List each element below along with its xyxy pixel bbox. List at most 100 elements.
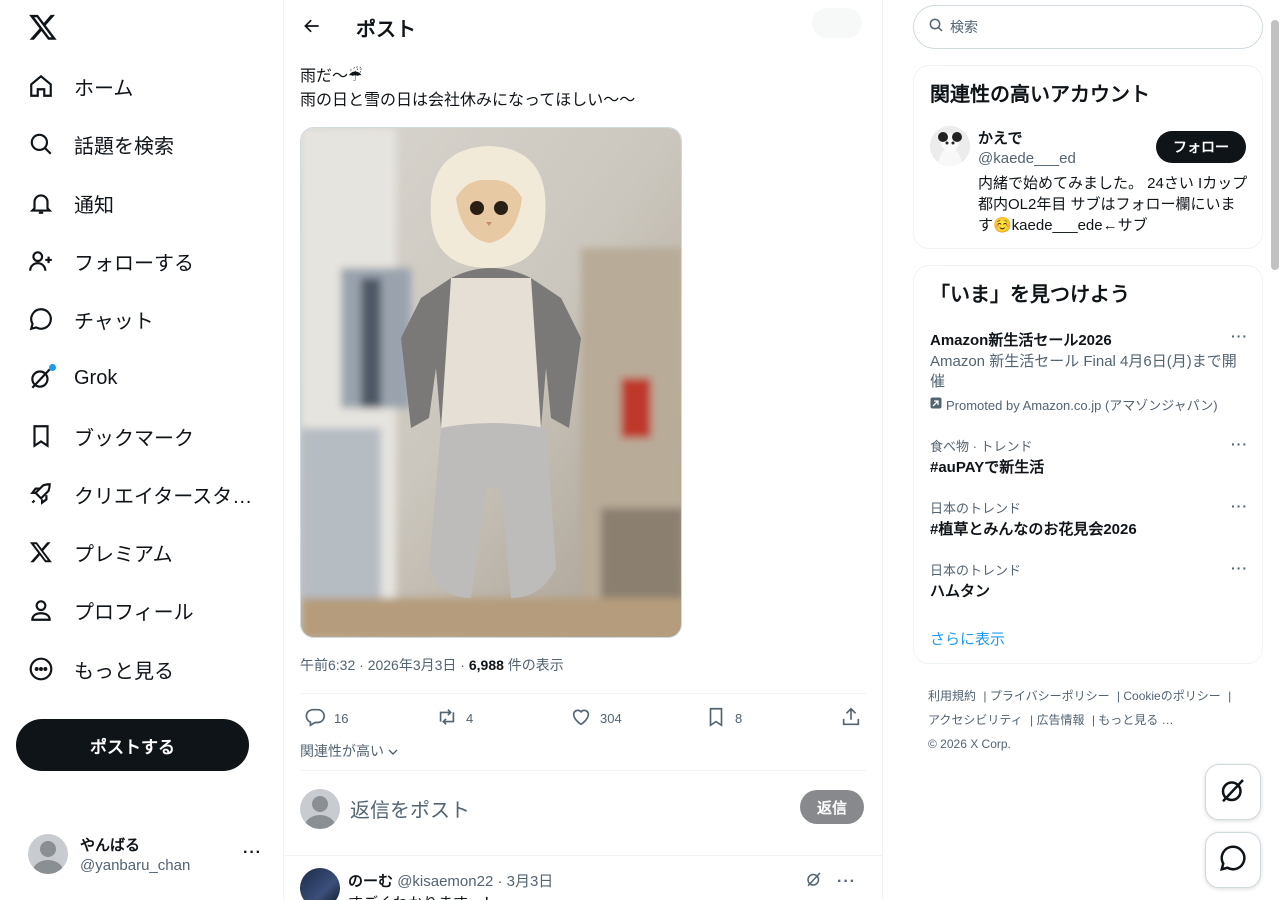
trend-title: Amazon新生活セール2026 (930, 332, 1112, 349)
heart-icon (570, 706, 592, 731)
promoted-icon (930, 397, 942, 412)
tweet-photo[interactable] (300, 127, 682, 638)
bookmark-action[interactable]: 8 (705, 706, 742, 730)
footer-link[interactable]: 利用規約 (928, 689, 976, 703)
search-placeholder: 検索 (950, 19, 978, 35)
nav-label: プレミアム (74, 543, 173, 566)
divider (300, 693, 866, 694)
share-icon (840, 706, 862, 731)
bookmark-icon (705, 706, 727, 731)
share-action[interactable] (840, 706, 862, 730)
tweet-actions: 16 4 304 8 (300, 706, 866, 730)
promoted-trend[interactable]: Amazon新生活セール2026 Amazon 新生活セール Final 4月6… (930, 328, 1248, 414)
notification-dot (49, 364, 56, 371)
trend-item[interactable]: 日本のトレンド ハムタン ··· (930, 560, 1248, 601)
footer-link[interactable]: アクセシビリティ (928, 713, 1023, 727)
search-icon (28, 131, 54, 157)
more-dots-icon[interactable]: ··· (1231, 560, 1248, 576)
reply-input[interactable]: 返信をポスト (350, 794, 470, 823)
suggested-account-name[interactable]: かえで (978, 127, 1023, 148)
nav-label: プロフィール (74, 601, 194, 624)
nav-label: チャット (74, 310, 154, 333)
nav-profile[interactable]: プロフィール (16, 585, 206, 635)
reply-author-name[interactable]: のーむ (348, 873, 393, 890)
reply-composer: 返信をポスト 返信 (300, 789, 866, 829)
more-dots-icon[interactable]: ··· (837, 873, 856, 891)
panel-title: 関連性の高いアカウント (930, 84, 1150, 106)
nav-more[interactable]: もっと見る (16, 644, 186, 694)
follow-button[interactable]: フォロー (1156, 131, 1246, 163)
suggested-account-handle: @kaede___ed (978, 150, 1076, 167)
grok-icon (1218, 775, 1248, 810)
trend-item[interactable]: 日本のトレンド #植草とみんなのお花見会2026 ··· (930, 498, 1248, 539)
nav-label: ブックマーク (74, 427, 194, 450)
left-navigation: ホーム 話題を検索 通知 フォローする チャット Grok ブックマーク クリエ… (0, 0, 284, 900)
suggested-accounts-panel: 関連性の高いアカウント かえで @kaede___ed フォロー 内緒で始めてみ… (913, 65, 1263, 249)
grok-fab[interactable] (1205, 764, 1261, 820)
footer-link[interactable]: もっと見る … (1098, 713, 1173, 727)
trend-item[interactable]: 食べ物 · トレンド #auPAYで新生活 ··· (930, 436, 1248, 477)
page-title: ポスト (356, 19, 416, 41)
footer-link[interactable]: プライバシーポリシー (990, 689, 1110, 703)
faded-button (812, 8, 862, 38)
nav-follow[interactable]: フォローする (16, 236, 206, 286)
promoted-label: Promoted by Amazon.co.jp (アマゾンジャパン) (930, 395, 1248, 414)
footer-link[interactable]: Cookieのポリシー (1123, 689, 1220, 703)
repost-action[interactable]: 4 (436, 706, 473, 730)
nav-label: フォローする (74, 252, 194, 275)
nav-premium[interactable]: プレミアム (16, 527, 185, 577)
account-handle: @yanbaru_chan (80, 857, 191, 874)
suggested-account-bio: 内緒で始めてみました。 24さい Iカップ 都内OL2年目 サブはフォロー欄にい… (978, 175, 1248, 234)
more-dots-icon[interactable]: ··· (1231, 328, 1248, 344)
tweet-timestamp[interactable]: 午前6:32 · 2026年3月3日 · (300, 657, 469, 673)
sort-label: 関連性が高い (300, 743, 384, 759)
avatar[interactable] (930, 126, 970, 166)
reply-sort-dropdown[interactable]: 関連性が高い (300, 741, 398, 761)
footer-links: 利用規約 | プライバシーポリシー | Cookieのポリシー | アクセシビリ… (928, 689, 1232, 751)
nav-bookmarks[interactable]: ブックマーク (16, 411, 206, 461)
more-dots-icon[interactable]: ··· (1231, 498, 1248, 514)
repost-count: 4 (466, 710, 474, 726)
bookmark-icon (28, 423, 54, 449)
nav-chat[interactable]: チャット (16, 294, 166, 344)
chat-icon (1218, 843, 1248, 878)
nav-label: クリエイタースタ… (74, 485, 253, 508)
account-name: やんばる (80, 837, 141, 854)
nav-creator-studio[interactable]: クリエイタースタ… (16, 469, 264, 519)
reply-action[interactable]: 16 (304, 706, 348, 730)
x-logo-icon[interactable] (28, 12, 58, 42)
more-dots-icon[interactable]: ··· (1231, 436, 1248, 452)
tweet-line: 雨だ〜☔ (300, 68, 363, 85)
follow-icon (28, 248, 54, 274)
account-switcher[interactable]: やんばる @yanbaru_chan ··· (16, 822, 274, 886)
nav-home[interactable]: ホーム (16, 61, 145, 111)
like-action[interactable]: 304 (570, 706, 622, 730)
avatar[interactable] (300, 868, 340, 900)
show-more-link[interactable]: さらに表示 (930, 628, 1005, 649)
nav-explore[interactable]: 話題を検索 (16, 119, 186, 169)
profile-icon (28, 597, 54, 623)
grok-icon[interactable] (805, 870, 823, 893)
chevron-down-icon (384, 743, 398, 759)
repost-icon (436, 706, 458, 731)
trend-title: ハムタン (930, 583, 991, 600)
nav-grok[interactable]: Grok (16, 353, 129, 403)
promoted-text: Promoted by Amazon.co.jp (アマゾンジャパン) (946, 398, 1218, 413)
panel-title: 「いま」を見つけよう (930, 284, 1130, 306)
chat-fab[interactable] (1205, 832, 1261, 888)
nav-notifications[interactable]: 通知 (16, 178, 126, 228)
view-suffix: 件の表示 (503, 657, 564, 673)
post-button[interactable]: ポストする (16, 719, 249, 771)
back-arrow-icon[interactable] (300, 14, 324, 38)
scrollbar[interactable] (1271, 20, 1279, 270)
reply-author-handle: @kisaemon22 · 3月3日 (397, 873, 554, 890)
trend-context: 食べ物 · トレンド (930, 439, 1033, 454)
reply-icon (304, 706, 326, 731)
search-input[interactable]: 検索 (913, 5, 1263, 49)
tweet-meta: 午前6:32 · 2026年3月3日 · 6,988 件の表示 (300, 655, 564, 675)
trend-context: 日本のトレンド (930, 563, 1022, 578)
header-bar: ポスト (284, 0, 882, 53)
footer-link[interactable]: 広告情報 (1036, 713, 1084, 727)
view-count: 6,988 (468, 657, 504, 673)
reply-button[interactable]: 返信 (800, 790, 864, 824)
